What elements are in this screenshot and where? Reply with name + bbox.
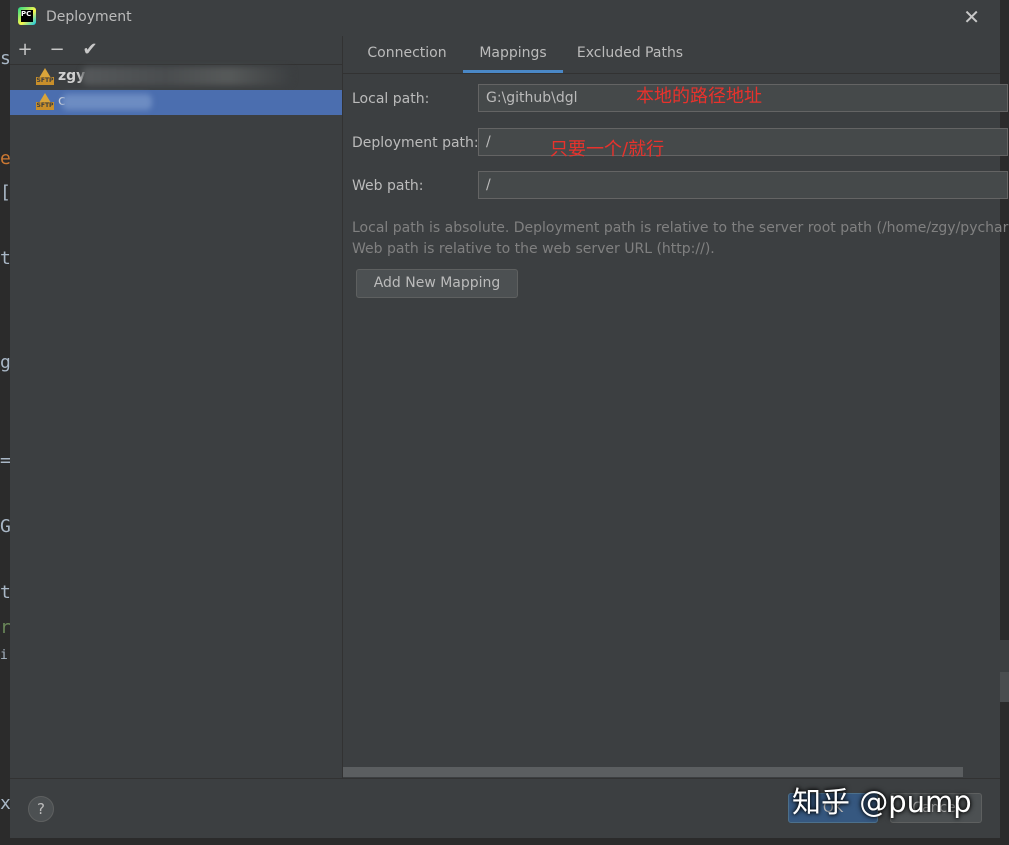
redacted-host-blur bbox=[82, 67, 292, 85]
hint-text-line1: Local path is absolute. Deployment path … bbox=[352, 220, 1009, 236]
remove-server-button[interactable]: − bbox=[45, 38, 69, 62]
web-path-label: Web path: bbox=[352, 178, 424, 194]
background-editor: s e [ t g = G t r ir x bbox=[0, 0, 10, 845]
editor-fragment: [ bbox=[0, 182, 10, 203]
editor-fragment: G bbox=[0, 516, 10, 537]
deployment-path-label: Deployment path: bbox=[352, 135, 479, 151]
tab-connection[interactable]: Connection bbox=[351, 36, 463, 73]
hint-text-line2: Web path is relative to the web server U… bbox=[352, 241, 715, 257]
background-editor-right bbox=[1000, 0, 1009, 845]
sftp-server-icon: SFTP bbox=[36, 68, 54, 86]
background-editor-bottom bbox=[0, 837, 1009, 845]
editor-fragment: t bbox=[0, 582, 10, 603]
server-item-selected[interactable]: SFTP c bbox=[10, 90, 342, 115]
close-icon[interactable]: ✕ bbox=[963, 5, 980, 29]
deployment-dialog: PC Deployment ✕ + − ✔ SFTP zgy SFTP Conn… bbox=[10, 0, 1009, 838]
annotation-local-path: 本地的路径地址 bbox=[636, 86, 762, 107]
editor-fragment: e bbox=[0, 148, 10, 169]
zhihu-watermark: 知乎 @pump bbox=[792, 785, 972, 819]
tab-mappings[interactable]: Mappings bbox=[463, 36, 563, 73]
editor-band bbox=[1000, 672, 1009, 702]
tab-bar: Connection Mappings Excluded Paths bbox=[343, 36, 1000, 74]
server-list-panel: + − ✔ SFTP zgy SFTP c bbox=[10, 36, 343, 778]
editor-fragment: = bbox=[0, 450, 10, 471]
editor-fragment: s bbox=[0, 48, 10, 69]
set-default-check-icon[interactable]: ✔ bbox=[78, 38, 102, 62]
title-bar: PC Deployment ✕ bbox=[10, 0, 1000, 36]
local-path-label: Local path: bbox=[352, 91, 430, 107]
editor-band bbox=[1000, 640, 1009, 672]
add-server-button[interactable]: + bbox=[13, 38, 37, 62]
horizontal-scrollbar-thumb[interactable] bbox=[343, 767, 963, 777]
sftp-server-icon: SFTP bbox=[36, 93, 54, 111]
redacted-host-blur bbox=[62, 94, 152, 110]
tab-excluded-paths[interactable]: Excluded Paths bbox=[565, 36, 695, 73]
settings-panel: Connection Mappings Excluded Paths Local… bbox=[343, 36, 1009, 778]
editor-fragment: t bbox=[0, 248, 10, 269]
editor-fragment: x bbox=[0, 793, 10, 814]
editor-fragment: r bbox=[0, 617, 10, 638]
editor-fragment: ir bbox=[0, 648, 10, 663]
server-list: SFTP zgy SFTP c bbox=[10, 65, 342, 115]
pycharm-app-icon: PC bbox=[18, 7, 36, 25]
server-toolbar: + − ✔ bbox=[10, 36, 342, 65]
add-new-mapping-button[interactable]: Add New Mapping bbox=[356, 269, 518, 298]
annotation-deployment-path: 只要一个/就行 bbox=[550, 139, 665, 160]
editor-fragment: g bbox=[0, 352, 10, 373]
server-item-zgy[interactable]: SFTP zgy bbox=[10, 65, 342, 90]
web-path-field[interactable]: / bbox=[478, 171, 1008, 199]
help-button[interactable]: ? bbox=[28, 796, 54, 822]
window-title: Deployment bbox=[46, 9, 132, 25]
